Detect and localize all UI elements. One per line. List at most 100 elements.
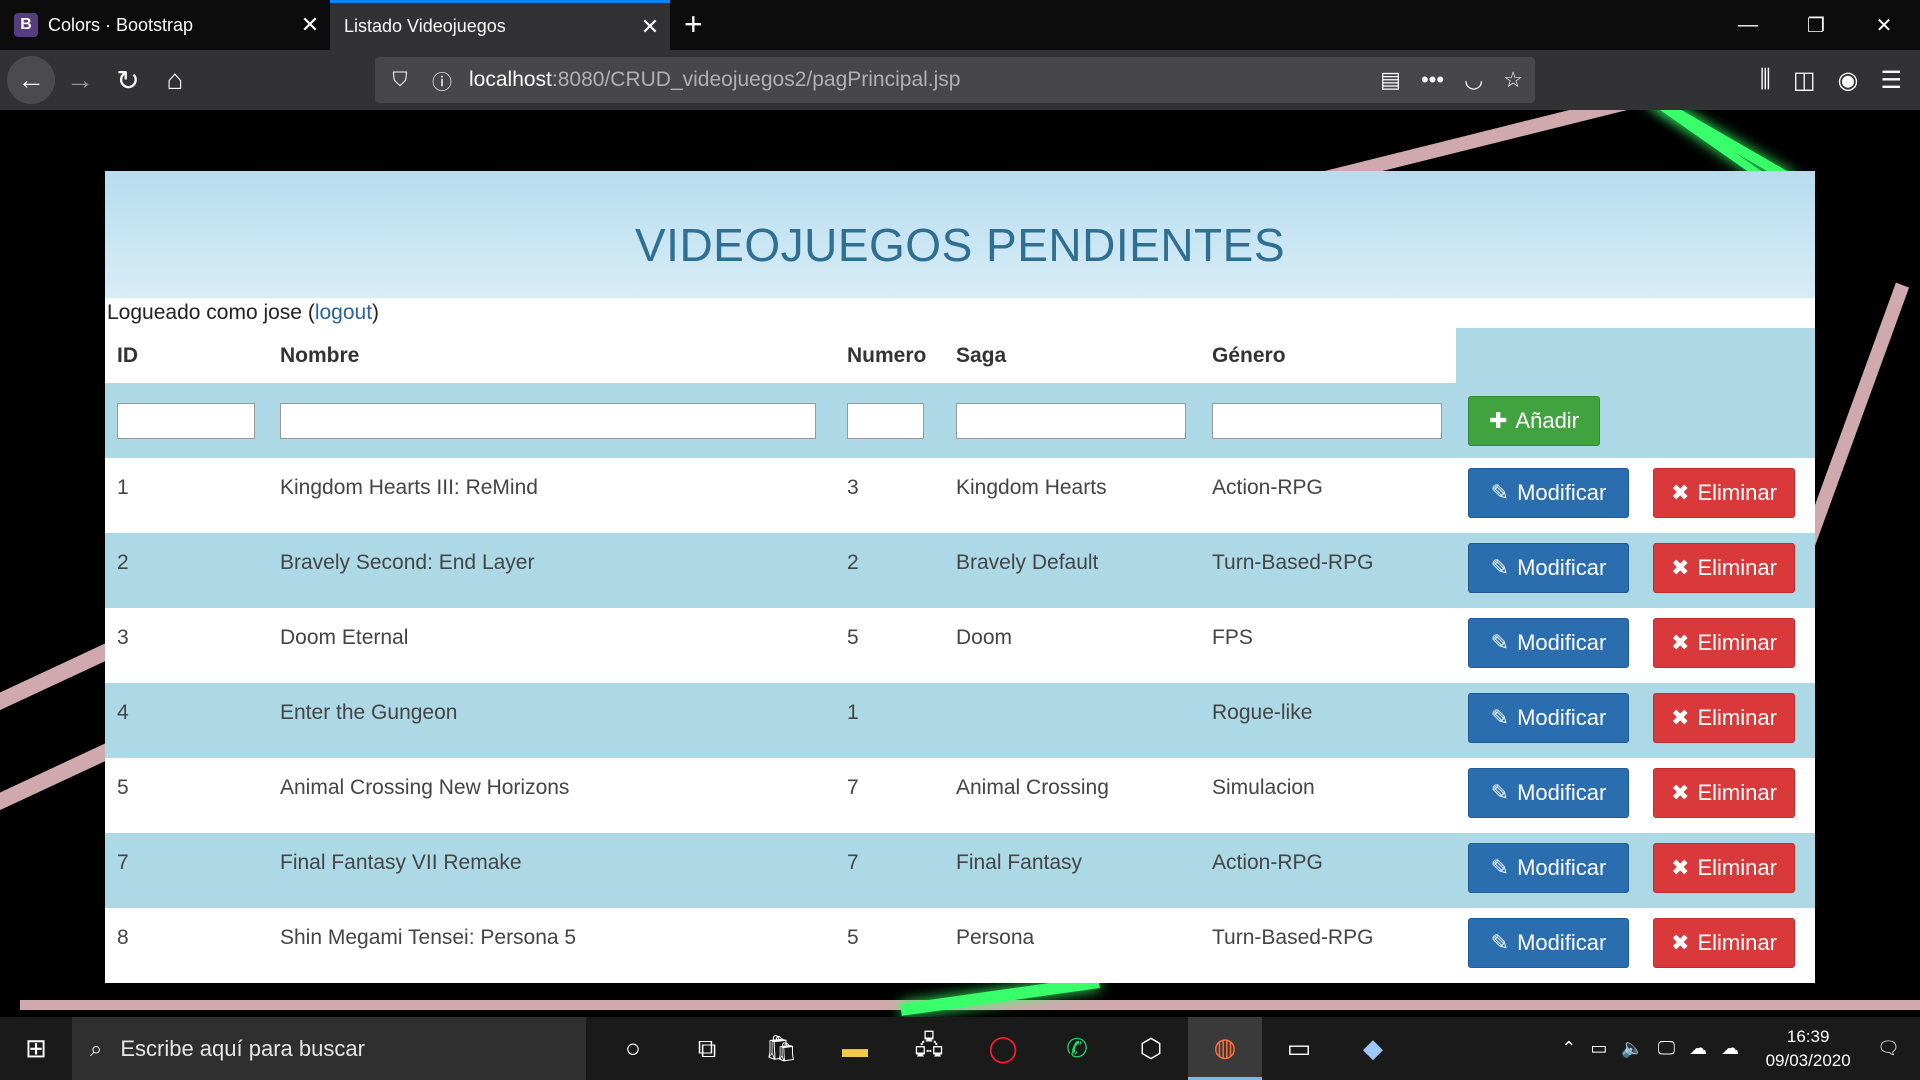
header-id: ID — [105, 328, 268, 383]
x-icon: ✖ — [1671, 705, 1690, 730]
info-icon[interactable]: ⓘ — [425, 66, 459, 95]
cell-modify: ✎ Modificar — [1456, 533, 1641, 608]
modify-button[interactable]: ✎ Modificar — [1468, 768, 1629, 818]
opera-icon[interactable]: ◯ — [966, 1017, 1040, 1080]
search-placeholder: Escribe aquí para buscar — [120, 1035, 365, 1061]
file-explorer-icon[interactable]: ▬ — [818, 1017, 892, 1080]
shield-icon[interactable]: ⛉ — [383, 69, 417, 92]
cloud-sync-icon[interactable]: ☁ — [1721, 1038, 1739, 1059]
url-bar[interactable]: ⛉ ⓘ localhost:8080/CRUD_videojuegos2/pag… — [375, 57, 1535, 103]
forward-arrow-icon[interactable]: → — [57, 58, 103, 102]
modify-button[interactable]: ✎ Modificar — [1468, 618, 1629, 668]
login-suffix: ) — [372, 301, 380, 324]
delete-button[interactable]: ✖ Eliminar — [1653, 768, 1795, 818]
genero-input[interactable] — [1212, 402, 1442, 439]
modify-button[interactable]: ✎ Modificar — [1468, 468, 1629, 518]
battery-icon[interactable]: ▭ — [1590, 1038, 1607, 1059]
modify-button[interactable]: ✎ Modificar — [1468, 843, 1629, 893]
cell-id: 3 — [105, 608, 268, 683]
cortana-icon[interactable]: ○ — [596, 1017, 670, 1080]
windows-start-icon[interactable]: ⊞ — [0, 1017, 72, 1080]
modify-label: Modificar — [1517, 480, 1607, 505]
pocket-icon[interactable]: ◡ — [1464, 67, 1483, 93]
network-app-icon[interactable]: 🖧 — [892, 1017, 966, 1080]
nombre-input[interactable] — [280, 402, 816, 439]
minimize-icon[interactable]: — — [1714, 0, 1782, 50]
clock[interactable]: 16:39 09/03/2020 — [1753, 1025, 1863, 1073]
windows-taskbar: ⊞ ⌕ Escribe aquí para buscar ○ ⧉ 🛍 ▬ 🖧 ◯… — [0, 1017, 1920, 1080]
delete-button[interactable]: ✖ Eliminar — [1653, 918, 1795, 968]
delete-label: Eliminar — [1697, 855, 1777, 880]
close-tab-icon[interactable]: ✕ — [630, 14, 670, 40]
modify-label: Modificar — [1517, 930, 1607, 955]
url-text[interactable]: localhost:8080/CRUD_videojuegos2/pagPrin… — [469, 68, 960, 92]
cube-app-icon[interactable]: ◆ — [1336, 1017, 1410, 1080]
volume-icon[interactable]: 🔈 — [1621, 1038, 1643, 1059]
sidebar-icon[interactable]: ◫ — [1793, 66, 1816, 95]
cell-saga: Final Fantasy — [944, 833, 1200, 908]
notifications-icon[interactable]: 🗨 — [1877, 1038, 1900, 1059]
numero-input[interactable] — [847, 402, 924, 439]
header-numero: Numero — [835, 328, 944, 383]
page-title: VIDEOJUEGOS PENDIENTES — [634, 218, 1285, 271]
more-actions-icon[interactable]: ••• — [1421, 67, 1444, 93]
back-arrow-icon[interactable]: ← — [7, 56, 55, 104]
delete-button[interactable]: ✖ Eliminar — [1653, 543, 1795, 593]
cell-nombre: Bravely Second: End Layer — [268, 533, 835, 608]
network-icon[interactable]: 🖵 — [1658, 1038, 1675, 1059]
close-window-icon[interactable]: ✕ — [1850, 0, 1918, 50]
delete-label: Eliminar — [1697, 555, 1777, 580]
chevron-up-icon[interactable]: ⌃ — [1561, 1038, 1576, 1059]
home-icon[interactable]: ⌂ — [152, 58, 198, 102]
cell-numero: 5 — [835, 908, 944, 983]
tab-label: Colors · Bootstrap — [48, 14, 194, 35]
modify-button[interactable]: ✎ Modificar — [1468, 543, 1629, 593]
delete-label: Eliminar — [1697, 480, 1777, 505]
menu-icon[interactable]: ☰ — [1880, 66, 1902, 95]
modify-button[interactable]: ✎ Modificar — [1468, 918, 1629, 968]
cell-delete: ✖ Eliminar — [1641, 608, 1815, 683]
modify-label: Modificar — [1517, 630, 1607, 655]
cell-saga: Doom — [944, 608, 1200, 683]
whatsapp-icon[interactable]: ✆ — [1040, 1017, 1114, 1080]
form-cell: ✚ Añadir — [1456, 383, 1641, 458]
reload-icon[interactable]: ↻ — [105, 58, 151, 102]
cell-modify: ✎ Modificar — [1456, 908, 1641, 983]
system-tray: ⌃ ▭ 🔈 🖵 ☁ ☁ 16:39 09/03/2020 🗨 — [1561, 1017, 1920, 1080]
library-icon[interactable]: ⫼ — [1760, 66, 1771, 94]
delete-button[interactable]: ✖ Eliminar — [1653, 618, 1795, 668]
cell-nombre: Shin Megami Tensei: Persona 5 — [268, 908, 835, 983]
login-status: Logueado como jose (logout) — [105, 298, 1815, 328]
cell-delete: ✖ Eliminar — [1641, 758, 1815, 833]
id-input[interactable] — [117, 402, 255, 439]
new-tab-icon[interactable]: + — [684, 6, 703, 43]
bookmark-star-icon[interactable]: ☆ — [1503, 67, 1523, 93]
task-view-icon[interactable]: ⧉ — [670, 1017, 744, 1080]
add-label: Añadir — [1515, 407, 1580, 433]
delete-button[interactable]: ✖ Eliminar — [1653, 843, 1795, 893]
tab-colors-bootstrap[interactable]: B Colors · Bootstrap ✕ — [0, 0, 330, 50]
restore-icon[interactable]: ❐ — [1782, 0, 1850, 50]
cell-modify: ✎ Modificar — [1456, 458, 1641, 533]
modify-button[interactable]: ✎ Modificar — [1468, 693, 1629, 743]
saga-input[interactable] — [956, 402, 1186, 439]
browser-navbar: ← → ↻ ⌂ ⛉ ⓘ localhost:8080/CRUD_videojue… — [0, 50, 1920, 110]
firefox-icon[interactable]: ◍ — [1188, 1017, 1262, 1080]
delete-button[interactable]: ✖ Eliminar — [1653, 693, 1795, 743]
cloud-upload-icon[interactable]: ☁ — [1689, 1038, 1707, 1059]
cell-numero: 5 — [835, 608, 944, 683]
reader-view-icon[interactable]: ▤ — [1380, 67, 1401, 93]
tab-listado-videojuegos[interactable]: Listado Videojuegos ✕ — [330, 0, 670, 50]
cell-modify: ✎ Modificar — [1456, 608, 1641, 683]
logout-link[interactable]: logout — [315, 301, 372, 325]
taskbar-search[interactable]: ⌕ Escribe aquí para buscar — [72, 1017, 586, 1080]
account-icon[interactable]: ◉ — [1838, 66, 1859, 95]
delete-button[interactable]: ✖ Eliminar — [1653, 468, 1795, 518]
taskbar-apps: ○ ⧉ 🛍 ▬ 🖧 ◯ ✆ ⬡ ◍ ▭ ◆ — [596, 1017, 1410, 1080]
close-tab-icon[interactable]: ✕ — [290, 12, 330, 38]
add-button[interactable]: ✚ Añadir — [1468, 395, 1600, 446]
x-icon: ✖ — [1671, 930, 1690, 955]
terminal-icon[interactable]: ▭ — [1262, 1017, 1336, 1080]
store-icon[interactable]: 🛍 — [744, 1017, 818, 1080]
virtualbox-icon[interactable]: ⬡ — [1114, 1017, 1188, 1080]
